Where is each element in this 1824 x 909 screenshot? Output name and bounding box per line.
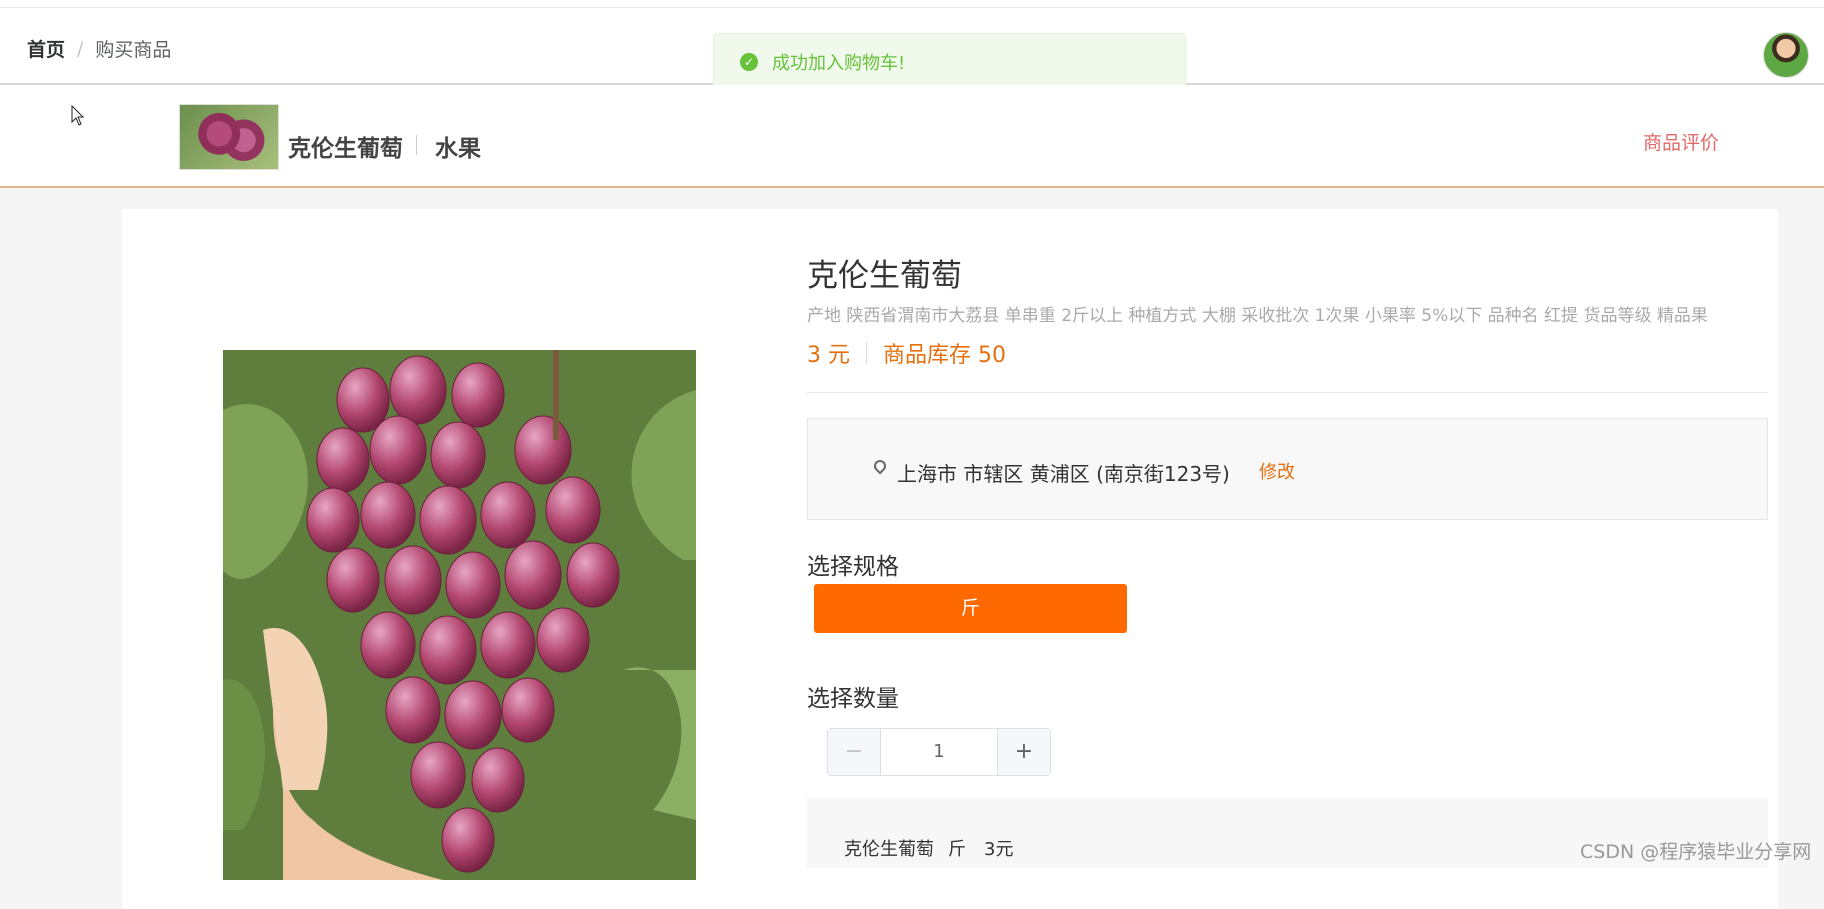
- summary-unit: 斤: [948, 839, 966, 860]
- address-box: 上海市 市辖区 黄浦区 (南京街123号) 修改: [807, 418, 1768, 520]
- divider: [866, 342, 867, 364]
- edit-address-link[interactable]: 修改: [1259, 458, 1295, 484]
- quantity-input[interactable]: 1: [881, 729, 997, 775]
- product-thumbnail: [179, 104, 279, 170]
- avatar[interactable]: [1763, 32, 1809, 78]
- summary-price: 3元: [984, 839, 1014, 860]
- product-title: 克伦生葡萄: [807, 258, 962, 294]
- toast-message: 成功加入购物车!: [772, 52, 906, 74]
- divider: [416, 135, 417, 155]
- success-toast: ✓ 成功加入购物车!: [713, 33, 1186, 90]
- breadcrumb-current: 购买商品: [95, 39, 172, 61]
- breadcrumb-home[interactable]: 首页: [27, 35, 65, 62]
- watermark: CSDN @程序猿毕业分享网: [1580, 841, 1812, 863]
- address-text: 上海市 市辖区 黄浦区 (南京街123号): [897, 462, 1230, 486]
- breadcrumb-separator: /: [77, 37, 84, 60]
- breadcrumb: 首页 / 购买商品: [27, 35, 171, 62]
- product-bar-name: 克伦生葡萄: [288, 136, 403, 162]
- location-pin-icon: [871, 457, 889, 475]
- price-stock-line: 3 元 商品库存 50: [807, 337, 1006, 369]
- top-edge: [0, 0, 1824, 8]
- increase-button[interactable]: +: [997, 729, 1050, 775]
- product-stock: 商品库存 50: [883, 343, 1006, 368]
- check-circle-icon: ✓: [740, 52, 758, 71]
- quantity-label: 选择数量: [807, 686, 899, 712]
- product-main-image: [223, 350, 696, 880]
- spec-label: 选择规格: [807, 554, 899, 580]
- spec-option-button[interactable]: 斤: [814, 584, 1127, 633]
- summary-name: 克伦生葡萄: [844, 839, 934, 860]
- product-bar-category: 水果: [435, 136, 481, 162]
- divider: [807, 392, 1768, 393]
- product-review-link[interactable]: 商品评价: [1643, 128, 1719, 155]
- product-header-bar: 克伦生葡萄 水果 商品评价: [0, 85, 1824, 188]
- product-description: 产地 陕西省渭南市大荔县 单串重 2斤以上 种植方式 大棚 采收批次 1次果 小…: [807, 306, 1708, 326]
- decrease-button[interactable]: −: [828, 729, 881, 775]
- quantity-stepper: − 1 +: [827, 728, 1051, 776]
- product-price: 3 元: [807, 343, 850, 368]
